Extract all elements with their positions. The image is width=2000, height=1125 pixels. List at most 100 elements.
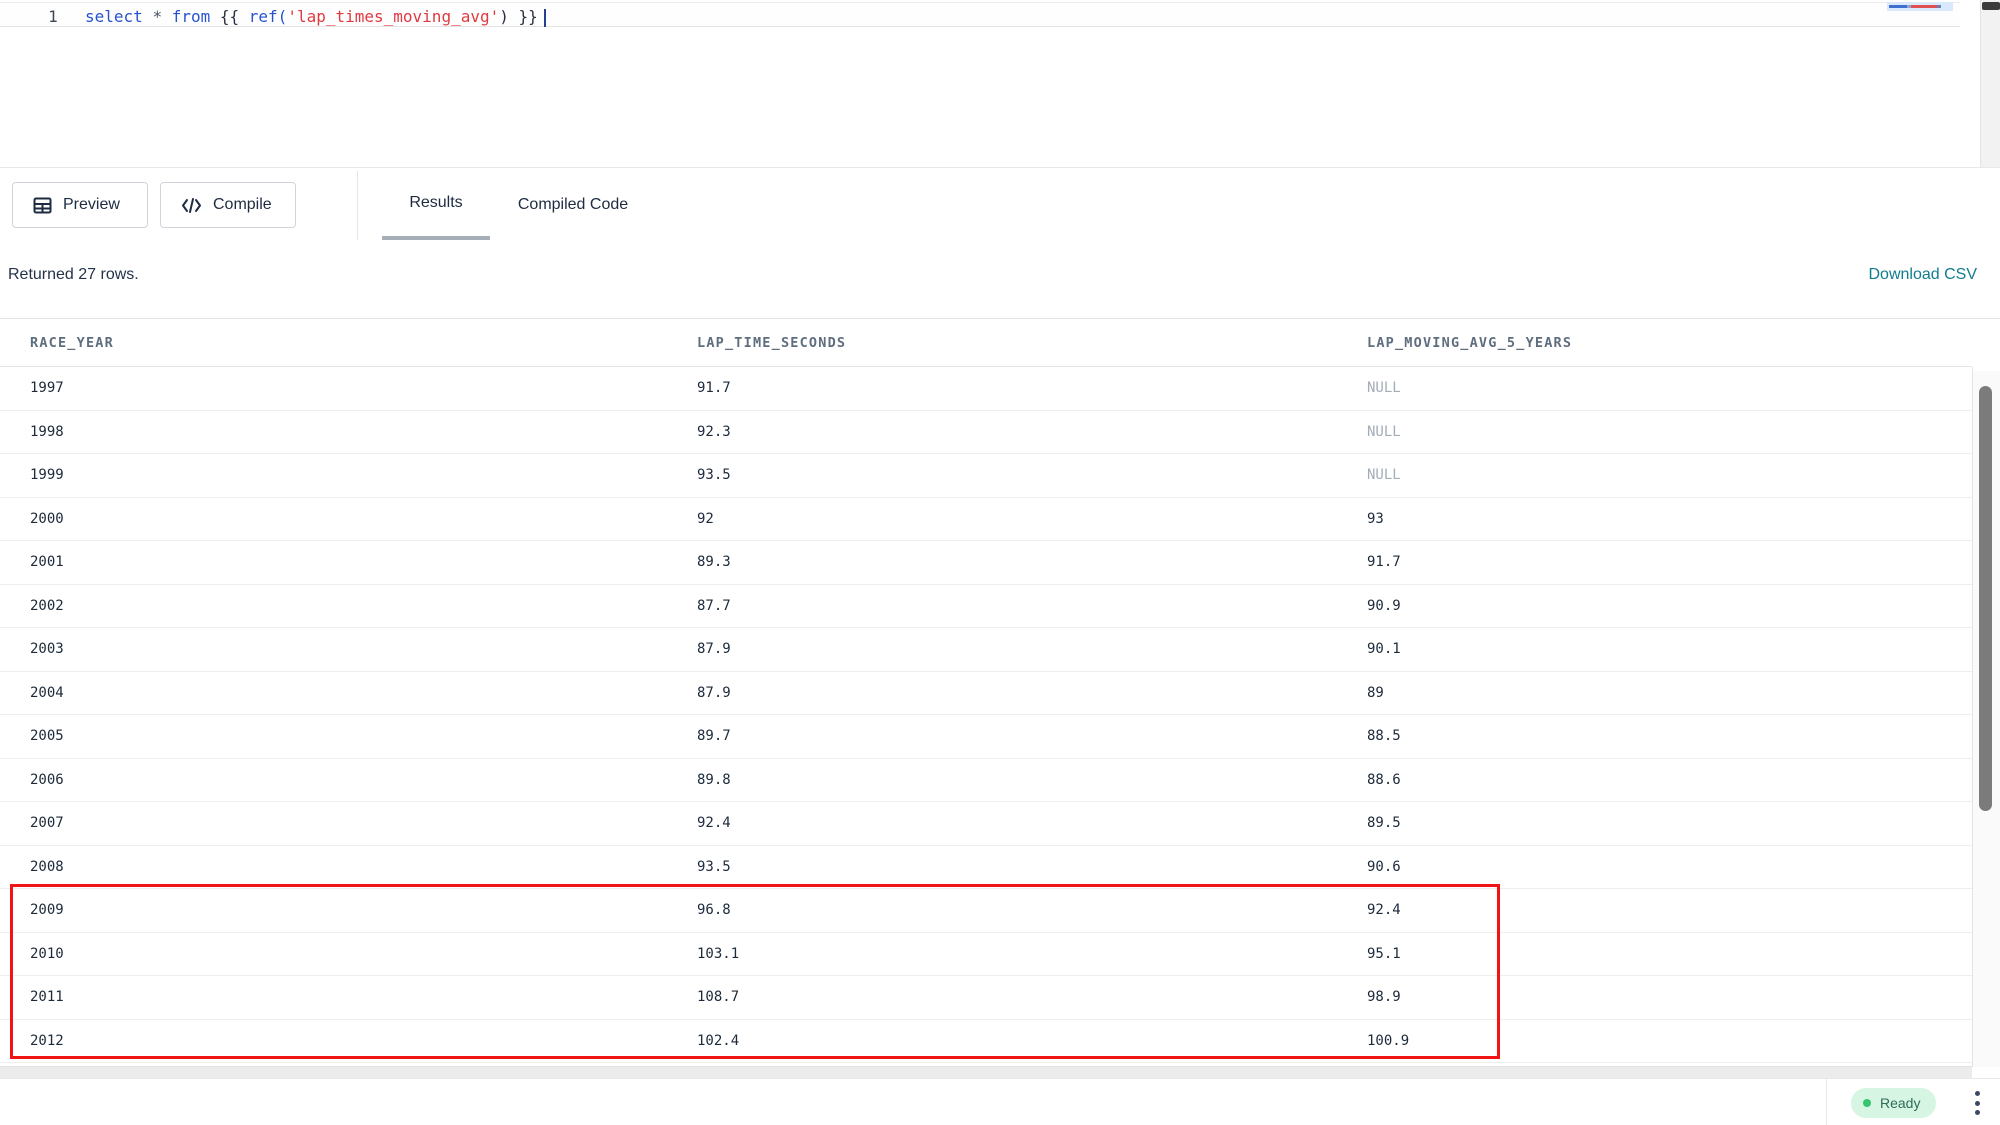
table-row: 200589.788.5 (0, 715, 1972, 759)
table-row: 199993.5NULL (0, 454, 1972, 498)
status-badge-label: Ready (1880, 1095, 1920, 1111)
table-cell: NULL (1367, 467, 1972, 483)
results-meta-bar: Returned 27 rows. Download CSV (0, 240, 2000, 318)
text-cursor (544, 9, 546, 27)
table-cell: 2006 (30, 772, 697, 788)
table-cell: 96.8 (697, 902, 1367, 918)
table-cell: NULL (1367, 380, 1972, 396)
table-cell: 93 (1367, 511, 1972, 527)
line-number: 1 (38, 6, 68, 28)
table-cell: 89.7 (697, 728, 1367, 744)
table-cell: 2011 (30, 989, 697, 1005)
ready-dot-icon (1863, 1099, 1871, 1107)
table-row: 2010103.195.1 (0, 933, 1972, 977)
status-badge: Ready (1851, 1088, 1936, 1118)
kebab-menu-icon[interactable] (1969, 1089, 1985, 1117)
status-bar-divider (1826, 1079, 1827, 1125)
table-cell: 2003 (30, 641, 697, 657)
table-cell: 87.7 (697, 598, 1367, 614)
compile-button-label: Compile (213, 196, 272, 214)
table-cell: 89.3 (697, 554, 1367, 570)
table-cell: 95.1 (1367, 946, 1972, 962)
table-cell: 2010 (30, 946, 697, 962)
table-row: 200689.888.6 (0, 759, 1972, 803)
table-cell: 2002 (30, 598, 697, 614)
table-cell: 2008 (30, 859, 697, 875)
table-cell: 87.9 (697, 685, 1367, 701)
table-cell: 90.6 (1367, 859, 1972, 875)
table-cell: 2007 (30, 815, 697, 831)
table-row: 199791.7NULL (0, 367, 1972, 411)
table-cell: 1997 (30, 380, 697, 396)
table-row: 200792.489.5 (0, 802, 1972, 846)
table-cell: 91.7 (697, 380, 1367, 396)
table-cell: 92.3 (697, 424, 1367, 440)
table-row: 20009293 (0, 498, 1972, 542)
tab-results[interactable]: Results (382, 168, 490, 241)
table-row: 2011108.798.9 (0, 976, 1972, 1020)
table-cell: 87.9 (697, 641, 1367, 657)
table-cell: 98.9 (1367, 989, 1972, 1005)
table-cell: 91.7 (1367, 554, 1972, 570)
table-body: 199791.7NULL199892.3NULL199993.5NULL2000… (0, 367, 1972, 1063)
table-row: 200996.892.4 (0, 889, 1972, 933)
table-cell: 93.5 (697, 467, 1367, 483)
table-cell: 89.5 (1367, 815, 1972, 831)
horizontal-scrollbar[interactable] (0, 1066, 1972, 1078)
preview-button-label: Preview (63, 196, 120, 214)
table-row: 200487.989 (0, 672, 1972, 716)
column-header-race-year: RACE_YEAR (30, 335, 697, 351)
table-cell: 108.7 (697, 989, 1367, 1005)
table-cell: 2004 (30, 685, 697, 701)
table-cell: 90.1 (1367, 641, 1972, 657)
download-csv-link[interactable]: Download CSV (1869, 266, 1978, 284)
table-scrollbar[interactable] (1973, 371, 2000, 1067)
minimap[interactable] (1887, 2, 1953, 11)
table-cell: NULL (1367, 424, 1972, 440)
table-row: 200287.790.9 (0, 585, 1972, 629)
code-content[interactable]: select * from {{ ref('lap_times_moving_a… (85, 6, 546, 28)
toolbar: Preview Compile Results Compiled Code (0, 167, 2000, 240)
table-cell: 2012 (30, 1033, 697, 1049)
column-header-lap-time-seconds: LAP_TIME_SECONDS (697, 335, 1367, 351)
table-cell: 2000 (30, 511, 697, 527)
results-table: RACE_YEAR LAP_TIME_SECONDS LAP_MOVING_AV… (0, 318, 2000, 1066)
table-row: 200387.990.1 (0, 628, 1972, 672)
preview-button[interactable]: Preview (12, 182, 148, 228)
table-cell: 1998 (30, 424, 697, 440)
compile-button[interactable]: Compile (160, 182, 296, 228)
table-cell: 88.6 (1367, 772, 1972, 788)
table-row: 2012102.4100.9 (0, 1020, 1972, 1064)
editor-scrollbar[interactable] (1980, 0, 2000, 167)
status-bar: Ready (0, 1078, 2000, 1124)
table-cell: 103.1 (697, 946, 1367, 962)
table-cell: 93.5 (697, 859, 1367, 875)
table-grid-icon (33, 196, 52, 215)
table-cell: 90.9 (1367, 598, 1972, 614)
table-cell: 89 (1367, 685, 1972, 701)
row-count-text: Returned 27 rows. (8, 266, 139, 284)
table-cell: 2005 (30, 728, 697, 744)
table-cell: 100.9 (1367, 1033, 1972, 1049)
tab-compiled-code[interactable]: Compiled Code (502, 168, 644, 241)
tab-results-label: Results (409, 194, 462, 212)
table-row: 200893.590.6 (0, 846, 1972, 890)
table-row: 200189.391.7 (0, 541, 1972, 585)
table-header-row: RACE_YEAR LAP_TIME_SECONDS LAP_MOVING_AV… (0, 319, 1972, 367)
code-editor[interactable]: 1 select * from {{ ref('lap_times_moving… (0, 0, 2000, 167)
table-scrollbar-thumb[interactable] (1979, 386, 1992, 811)
column-header-lap-moving-avg: LAP_MOVING_AVG_5_YEARS (1367, 335, 1972, 351)
table-cell: 2001 (30, 554, 697, 570)
table-cell: 92 (697, 511, 1367, 527)
editor-scrollbar-thumb[interactable] (1982, 2, 2000, 10)
table-cell: 102.4 (697, 1033, 1367, 1049)
table-row: 199892.3NULL (0, 411, 1972, 455)
tab-compiled-code-label: Compiled Code (518, 196, 628, 214)
table-cell: 2009 (30, 902, 697, 918)
toolbar-divider (357, 171, 358, 241)
code-icon (181, 197, 202, 214)
table-cell: 88.5 (1367, 728, 1972, 744)
table-cell: 92.4 (697, 815, 1367, 831)
active-code-line[interactable]: 1 select * from {{ ref('lap_times_moving… (0, 2, 1960, 27)
table-cell: 89.8 (697, 772, 1367, 788)
